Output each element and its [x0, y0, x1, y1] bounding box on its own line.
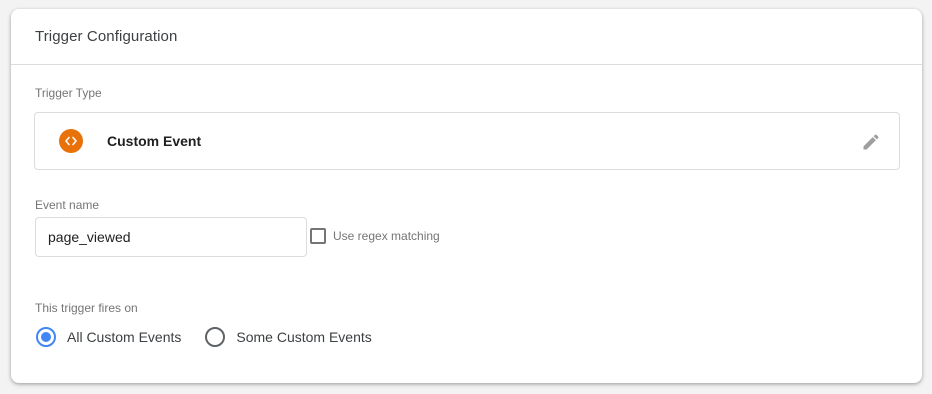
- trigger-type-selector[interactable]: Custom Event: [34, 112, 900, 170]
- card-title: Trigger Configuration: [35, 28, 178, 45]
- radio-all-custom-events[interactable]: All Custom Events: [36, 327, 181, 347]
- event-name-label: Event name: [35, 198, 100, 212]
- trigger-type-label: Trigger Type: [35, 86, 102, 100]
- radio-dot: [41, 332, 51, 342]
- radio-label-all: All Custom Events: [67, 329, 182, 345]
- regex-matching-checkbox[interactable]: [310, 228, 326, 244]
- pencil-icon: [863, 134, 879, 150]
- event-name-input[interactable]: [35, 217, 307, 257]
- radio-button-checked[interactable]: [36, 327, 56, 347]
- radio-label-some: Some Custom Events: [236, 329, 372, 345]
- custom-event-code-icon: [59, 129, 83, 153]
- fires-on-label: This trigger fires on: [35, 301, 138, 315]
- radio-button-unchecked[interactable]: [205, 327, 226, 347]
- radio-some-custom-events[interactable]: Some Custom Events: [205, 327, 372, 347]
- regex-matching-label: Use regex matching: [333, 229, 440, 243]
- trigger-type-name: Custom Event: [107, 133, 202, 149]
- card-header: Trigger Configuration: [11, 9, 922, 65]
- regex-matching-checkbox-control[interactable]: Use regex matching: [310, 228, 440, 244]
- edit-trigger-type-button[interactable]: [859, 130, 883, 154]
- fires-on-radio-group: All Custom Events Some Custom Events: [36, 327, 396, 347]
- trigger-configuration-card: Trigger Configuration Trigger Type Custo…: [11, 9, 922, 383]
